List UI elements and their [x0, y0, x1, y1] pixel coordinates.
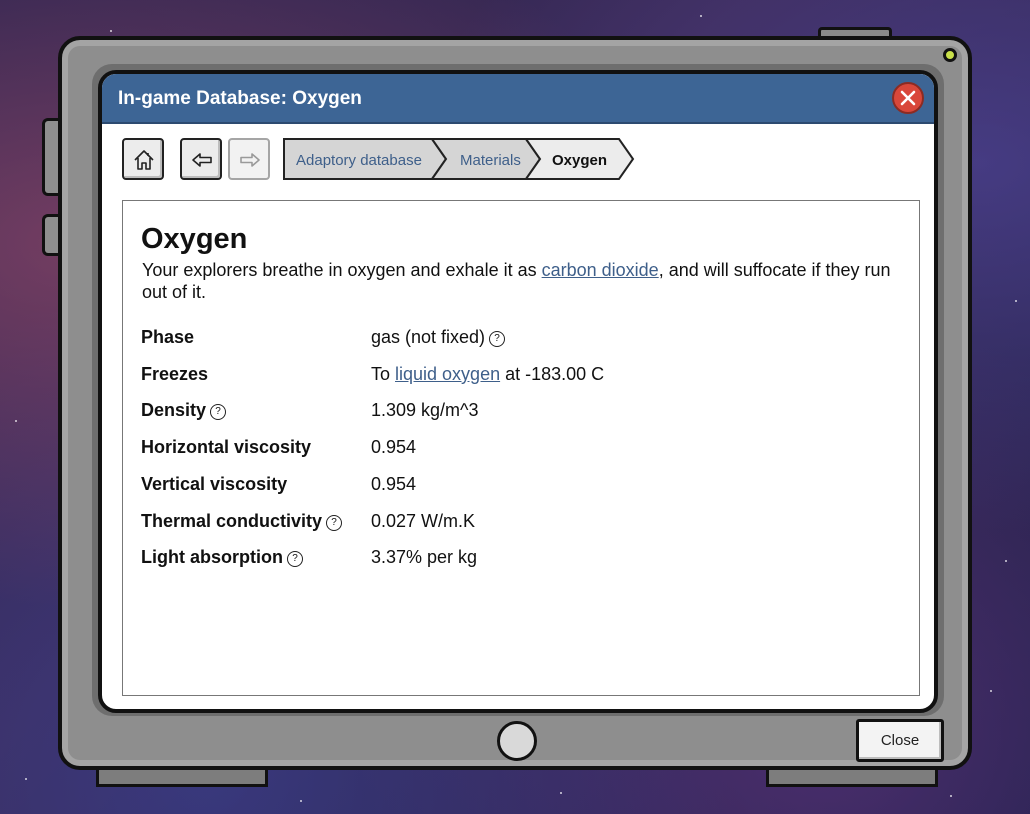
liquid-oxygen-link[interactable]: liquid oxygen: [395, 364, 500, 384]
entry-description: Your explorers breathe in oxygen and exh…: [142, 259, 892, 303]
breadcrumb-label-materials[interactable]: Materials: [460, 152, 521, 169]
status-led: [943, 48, 957, 62]
property-label: Thermal conductivity?: [141, 511, 343, 532]
breadcrumb-label-oxygen: Oxygen: [552, 152, 607, 169]
device-home-knob[interactable]: [497, 721, 537, 761]
close-icon: [900, 90, 916, 106]
window-title: In-game Database: Oxygen: [118, 88, 362, 109]
home-icon: [134, 150, 154, 170]
arrow-right-icon: [240, 153, 260, 167]
arrow-left-icon: [192, 153, 212, 167]
forward-button[interactable]: [228, 138, 270, 180]
breadcrumb-label-adaptory-database[interactable]: Adaptory database: [296, 152, 422, 169]
entry-panel: Oxygen Your explorers breathe in oxygen …: [122, 200, 920, 696]
density-label-text: Density: [141, 400, 207, 420]
property-label: Vertical viscosity: [141, 474, 288, 494]
freezes-suffix: at -183.00 C: [500, 364, 605, 384]
property-label: Phase: [141, 327, 195, 347]
help-icon[interactable]: ?: [286, 551, 303, 567]
phase-value-text: gas (not fixed): [371, 327, 486, 347]
property-value: 0.954: [371, 474, 417, 494]
freezes-prefix: To: [371, 364, 396, 384]
thermal-label-text: Thermal conductivity: [141, 511, 323, 531]
description-text: Your explorers breathe in oxygen and exh…: [142, 260, 542, 280]
breadcrumb: Adaptory database Materials Oxygen: [283, 138, 635, 180]
carbon-dioxide-link[interactable]: carbon dioxide: [542, 260, 659, 280]
light-label-text: Light absorption: [141, 547, 283, 567]
help-icon[interactable]: ?: [210, 404, 227, 420]
home-button[interactable]: [122, 138, 164, 180]
close-button[interactable]: Close: [856, 719, 944, 762]
property-value: 1.309 kg/m^3: [371, 400, 479, 420]
property-value: To liquid oxygen at -183.00 C: [371, 364, 604, 385]
property-label: Density?: [141, 400, 227, 421]
entry-heading: Oxygen: [141, 223, 248, 255]
property-value: 0.027 W/m.K: [371, 511, 476, 531]
back-button[interactable]: [180, 138, 222, 180]
property-value: gas (not fixed)?: [371, 327, 506, 348]
window-close-button[interactable]: [892, 82, 924, 114]
help-icon[interactable]: ?: [489, 331, 506, 347]
property-label: Freezes: [141, 364, 209, 384]
property-value: 0.954: [371, 437, 417, 457]
property-value: 3.37% per kg: [371, 547, 478, 567]
property-label: Light absorption?: [141, 547, 303, 568]
database-window: In-game Database: Oxygen Adaptory databa…: [98, 70, 938, 713]
help-icon[interactable]: ?: [326, 515, 343, 531]
title-bar: In-game Database: Oxygen: [102, 74, 934, 124]
property-label: Horizontal viscosity: [141, 437, 312, 457]
